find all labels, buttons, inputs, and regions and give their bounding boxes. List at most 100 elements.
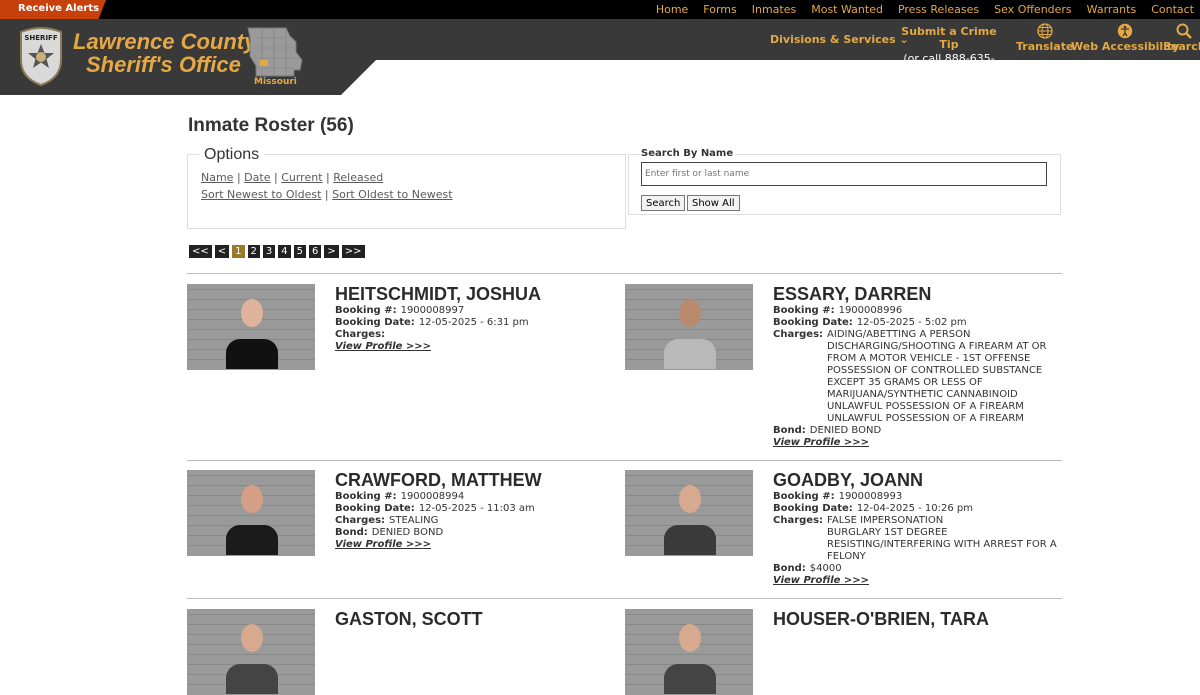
charges-label: Charges: [773,329,824,340]
booking-date-value: 12-05-2025 - 11:03 am [418,503,535,514]
pagination: << <1 2 3 4 5 6 > >> [189,245,365,258]
sort-by-date-link[interactable]: Date [244,171,270,184]
search-button[interactable]: Search [641,195,686,211]
bond-label: Bond: [335,527,368,538]
link-separator: | [236,171,241,184]
missouri-map-icon [247,27,303,77]
receive-alerts-label: Receive Alerts [18,3,100,14]
link-separator: | [273,171,278,184]
bond-row: Bond: DENIED BOND [773,425,1063,437]
translate-label: Translate [1016,40,1074,53]
inmate-info: GOADBY, JOANN Booking #: 1900008993 Booking… [773,470,1063,587]
nav-most-wanted-link[interactable]: Most Wanted [811,3,883,16]
pager-item[interactable]: 3 [262,245,276,258]
pager-item[interactable]: << [189,245,212,258]
filter-released-link[interactable]: Released [333,171,383,184]
name-search-input[interactable] [641,162,1047,186]
charges-label: Charges: [335,515,386,526]
nav-contact-link[interactable]: Contact [1151,3,1194,16]
bond-row: Bond: DENIED BOND [335,527,625,539]
header-search-label: Search [1163,40,1200,53]
nav-warrants-link[interactable]: Warrants [1087,3,1137,16]
pager-item[interactable]: 4 [278,245,291,258]
booking-number-row: Booking #: 1900008994 [335,491,625,503]
link-separator: | [326,171,330,184]
top-nav: Home Forms Inmates Most Wanted Press Rel… [656,3,1194,16]
mugshot-photo[interactable] [187,284,315,370]
nav-forms-link[interactable]: Forms [703,3,736,16]
pager-item[interactable]: < [214,245,230,258]
booking-number-label: Booking #: [773,305,835,316]
view-profile-link[interactable]: View Profile >>> [773,437,1063,449]
charges-row: Charges: FALSE IMPERSONATION BURGLARY 1ST … [773,515,1063,563]
translate-button[interactable]: Translate [1016,23,1073,53]
booking-date-label: Booking Date: [773,317,853,328]
sheriff-badge-logo[interactable]: SHERIFF [15,26,67,86]
sort-by-name-link[interactable]: Name [201,171,233,184]
pager-item[interactable]: > [324,245,339,258]
filter-current-link[interactable]: Current [281,171,322,184]
inmate-info: HEITSCHMIDT, JOSHUA Booking #: 1900008997 B… [335,284,625,353]
charges-row: Charges: AIDING/ABETTING A PERSON DISCHARG… [773,329,1063,425]
search-icon [1176,23,1193,39]
sort-newest-link[interactable]: Sort Newest to Oldest [201,188,321,201]
bond-label: Bond: [773,425,806,436]
booking-date-row: Booking Date: 12-05-2025 - 6:31 pm [335,317,625,329]
mugshot-photo[interactable] [625,470,753,556]
charge-item: UNLAWFUL POSSESSION OF A FIREARM [827,413,1024,424]
view-profile-link[interactable]: View Profile >>> [773,575,1063,587]
inmate-info: CRAWFORD, MATTHEW Booking #: 1900008994 Boo… [335,470,625,551]
charge-item: AIDING/ABETTING A PERSON [827,329,971,340]
booking-date-row: Booking Date: 12-04-2025 - 10:26 pm [773,503,1063,515]
site-title-line2[interactable]: Sheriff's Office [86,52,241,78]
view-profile-link[interactable]: View Profile >>> [335,341,625,353]
inmate-name[interactable]: GOADBY, JOANN [773,470,1063,491]
pager-item[interactable]: >> [341,245,365,258]
mugshot-photo[interactable] [625,284,753,370]
charge-item: RESISTING/INTERFERING WITH ARREST FOR A … [827,539,1057,562]
receive-alerts-button[interactable]: Receive Alerts [0,0,106,19]
divisions-services-dropdown[interactable]: Divisions & Services ⌄ [770,33,909,46]
crime-tip-link[interactable]: Submit a Crime Tip (or call 888-635-8477… [890,25,1008,78]
booking-number-label: Booking #: [335,305,397,316]
nav-sex-offenders-link[interactable]: Sex Offenders [994,3,1072,16]
pager-item[interactable]: 5 [293,245,307,258]
pager-item[interactable]: 1 [232,245,245,258]
bond-value: DENIED BOND [371,527,444,538]
charges-label: Charges: [335,329,386,340]
divisions-label: Divisions & Services [770,33,896,46]
charges-row: Charges: STEALING [335,515,625,527]
crime-tip-phone: (or call 888-635-8477) [903,52,995,78]
page-title: Inmate Roster (56) [188,115,354,136]
nav-press-releases-link[interactable]: Press Releases [898,3,979,16]
inmate-name[interactable]: CRAWFORD, MATTHEW [335,470,625,491]
show-all-button[interactable]: Show All [687,195,740,211]
sort-oldest-link[interactable]: Sort Oldest to Newest [332,188,452,201]
mugshot-photo[interactable] [625,609,753,695]
pager-item[interactable]: 2 [247,245,260,258]
booking-number-value: 1900008994 [400,491,465,502]
booking-number-row: Booking #: 1900008997 [335,305,625,317]
mugshot-photo[interactable] [187,470,315,556]
divider [187,598,1062,599]
view-profile-link[interactable]: View Profile >>> [335,539,625,551]
state-label: Missouri [254,77,297,87]
booking-date-value: 12-05-2025 - 6:31 pm [418,317,529,328]
header-search-button[interactable]: Search [1163,23,1200,53]
badge-text: SHERIFF [24,34,57,42]
booking-date-label: Booking Date: [773,503,853,514]
inmate-name[interactable]: ESSARY, DARREN [773,284,1063,305]
bond-value: $4000 [809,563,842,574]
booking-number-value: 1900008997 [400,305,465,316]
booking-number-label: Booking #: [335,491,397,502]
mugshot-photo[interactable] [187,609,315,695]
booking-number-row: Booking #: 1900008993 [773,491,1063,503]
pager-item[interactable]: 6 [309,245,322,258]
nav-inmates-link[interactable]: Inmates [752,3,796,16]
nav-home-link[interactable]: Home [656,3,688,16]
inmate-name[interactable]: HEITSCHMIDT, JOSHUA [335,284,625,305]
booking-number-value: 1900008993 [838,491,903,502]
top-bar: Receive Alerts Home Forms Inmates Most W… [0,0,1200,19]
crime-tip-title: Submit a Crime Tip [901,25,997,51]
charges-row: Charges: [335,329,625,341]
